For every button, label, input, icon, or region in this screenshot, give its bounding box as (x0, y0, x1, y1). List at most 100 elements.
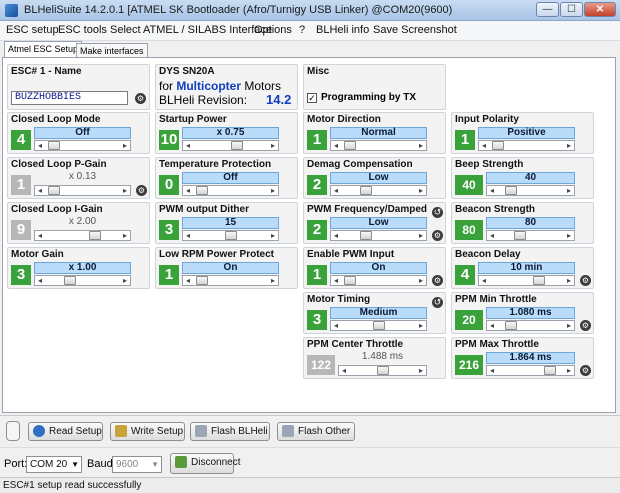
scroll-left-icon[interactable]: ◂ (183, 186, 193, 195)
slider-thumb[interactable] (543, 366, 556, 375)
slider-thumb[interactable] (230, 141, 243, 150)
slider-thumb[interactable] (63, 276, 76, 285)
collapse-toggle[interactable] (6, 421, 20, 441)
slider-thumb[interactable] (196, 276, 209, 285)
pwm-output-dither-slider[interactable]: ◂ ▸ (182, 230, 279, 241)
write-setup-button[interactable]: Write Setup (110, 422, 185, 441)
flash-other-button[interactable]: Flash Other (277, 422, 355, 441)
gear-icon[interactable]: ⚙ (432, 275, 443, 286)
programming-by-tx-checkbox[interactable]: ✓ (307, 93, 317, 103)
slider-thumb[interactable] (344, 141, 357, 150)
scroll-right-icon[interactable]: ▸ (416, 141, 426, 150)
scroll-left-icon[interactable]: ◂ (183, 231, 193, 240)
gear-icon[interactable]: ⚙ (580, 365, 591, 376)
scroll-right-icon[interactable]: ▸ (564, 186, 574, 195)
scroll-left-icon[interactable]: ◂ (479, 141, 489, 150)
scroll-left-icon[interactable]: ◂ (331, 186, 341, 195)
scroll-right-icon[interactable]: ▸ (268, 231, 278, 240)
menu-help[interactable]: ? (299, 24, 305, 36)
slider-thumb[interactable] (344, 276, 357, 285)
scroll-right-icon[interactable]: ▸ (416, 231, 426, 240)
gear-icon[interactable]: ⚙ (432, 230, 443, 241)
motor-gain-slider[interactable]: ◂ ▸ (34, 275, 131, 286)
beacon-delay-slider[interactable]: ◂ ▸ (478, 275, 575, 286)
ppm-center-throttle-slider[interactable]: ◂ ▸ (338, 365, 427, 376)
baud-select[interactable]: 9600 ▼ (112, 456, 162, 473)
beep-strength-slider[interactable]: ◂ ▸ (486, 185, 575, 196)
scroll-right-icon[interactable]: ▸ (120, 186, 130, 195)
slider-thumb[interactable] (513, 231, 526, 240)
closed-loop-i-gain-slider[interactable]: ◂ ▸ (34, 230, 131, 241)
scroll-left-icon[interactable]: ◂ (479, 276, 489, 285)
scroll-right-icon[interactable]: ▸ (268, 141, 278, 150)
scroll-left-icon[interactable]: ◂ (183, 276, 193, 285)
temperature-protection-slider[interactable]: ◂ ▸ (182, 185, 279, 196)
scroll-left-icon[interactable]: ◂ (35, 186, 45, 195)
scroll-right-icon[interactable]: ▸ (268, 276, 278, 285)
motor-timing-slider[interactable]: ◂ ▸ (330, 320, 427, 331)
scroll-right-icon[interactable]: ▸ (564, 321, 574, 330)
scroll-left-icon[interactable]: ◂ (331, 276, 341, 285)
menu-esc-tools[interactable]: ESC tools (58, 24, 107, 36)
scroll-left-icon[interactable]: ◂ (487, 321, 497, 330)
slider-thumb[interactable] (48, 141, 61, 150)
slider-thumb[interactable] (505, 321, 518, 330)
slider-thumb[interactable] (89, 231, 102, 240)
scroll-left-icon[interactable]: ◂ (35, 231, 45, 240)
gear-icon[interactable]: ⚙ (136, 185, 147, 196)
scroll-right-icon[interactable]: ▸ (120, 276, 130, 285)
menu-options[interactable]: Options (254, 24, 292, 36)
scroll-left-icon[interactable]: ◂ (331, 231, 341, 240)
scroll-left-icon[interactable]: ◂ (331, 321, 341, 330)
scroll-right-icon[interactable]: ▸ (564, 141, 574, 150)
tab-atmel-esc-setup[interactable]: Atmel ESC Setup (4, 41, 83, 58)
scroll-left-icon[interactable]: ◂ (487, 231, 497, 240)
scroll-right-icon[interactable]: ▸ (564, 231, 574, 240)
scroll-right-icon[interactable]: ▸ (416, 276, 426, 285)
slider-thumb[interactable] (533, 276, 546, 285)
maximize-button[interactable]: ☐ (560, 2, 583, 17)
scroll-left-icon[interactable]: ◂ (331, 141, 341, 150)
beacon-strength-slider[interactable]: ◂ ▸ (486, 230, 575, 241)
scroll-right-icon[interactable]: ▸ (268, 186, 278, 195)
ppm-max-throttle-slider[interactable]: ◂ ▸ (486, 365, 575, 376)
slider-thumb[interactable] (359, 186, 372, 195)
esc-name-input[interactable]: BUZZHOBBIES (11, 91, 128, 105)
closed-loop-p-gain-slider[interactable]: ◂ ▸ (34, 185, 131, 196)
scroll-right-icon[interactable]: ▸ (120, 231, 130, 240)
disconnect-button[interactable]: Disconnect (170, 453, 240, 474)
menu-save-screenshot[interactable]: Save Screenshot (373, 24, 457, 36)
slider-thumb[interactable] (492, 141, 505, 150)
slider-thumb[interactable] (505, 186, 518, 195)
scroll-left-icon[interactable]: ◂ (35, 141, 45, 150)
scroll-left-icon[interactable]: ◂ (487, 186, 497, 195)
tab-make-interfaces[interactable]: Make interfaces (76, 43, 148, 58)
ppm-min-throttle-slider[interactable]: ◂ ▸ (486, 320, 575, 331)
close-button[interactable]: ✕ (584, 2, 616, 17)
slider-thumb[interactable] (376, 366, 389, 375)
scroll-right-icon[interactable]: ▸ (564, 276, 574, 285)
gear-icon[interactable]: ⚙ (580, 320, 591, 331)
menu-esc-setup[interactable]: ESC setup (6, 24, 59, 36)
slider-thumb[interactable] (359, 231, 372, 240)
input-polarity-slider[interactable]: ◂ ▸ (478, 140, 575, 151)
scroll-right-icon[interactable]: ▸ (416, 186, 426, 195)
gear-icon[interactable]: ⚙ (580, 275, 591, 286)
scroll-right-icon[interactable]: ▸ (564, 366, 574, 375)
port-select[interactable]: COM 20 ▼ (26, 456, 82, 473)
reset-icon[interactable]: ↺ (432, 207, 443, 218)
reset-icon[interactable]: ↺ (432, 297, 443, 308)
menu-select-interface[interactable]: Select ATMEL / SILABS Interface (110, 24, 272, 36)
scroll-right-icon[interactable]: ▸ (416, 321, 426, 330)
scroll-left-icon[interactable]: ◂ (183, 141, 193, 150)
slider-thumb[interactable] (372, 321, 385, 330)
pwm-frequency-slider[interactable]: ◂ ▸ (330, 230, 427, 241)
menu-blheli-info[interactable]: BLHeli info (316, 24, 369, 36)
scroll-left-icon[interactable]: ◂ (339, 366, 349, 375)
enable-pwm-input-slider[interactable]: ◂ ▸ (330, 275, 427, 286)
motor-direction-slider[interactable]: ◂ ▸ (330, 140, 427, 151)
minimize-button[interactable]: — (536, 2, 559, 17)
scroll-left-icon[interactable]: ◂ (487, 366, 497, 375)
closed-loop-mode-slider[interactable]: ◂ ▸ (34, 140, 131, 151)
scroll-right-icon[interactable]: ▸ (416, 366, 426, 375)
